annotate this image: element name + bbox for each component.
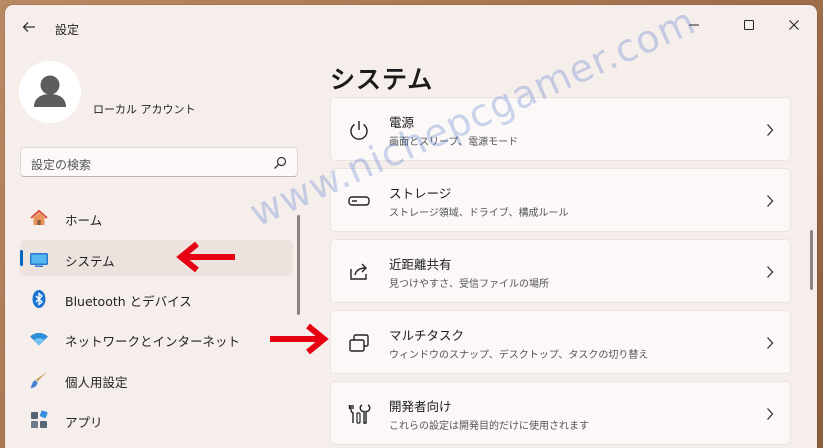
- wifi-icon: [30, 332, 48, 346]
- back-arrow-icon: [22, 22, 35, 32]
- developer-icon: [348, 404, 371, 424]
- system-icon: [30, 253, 48, 267]
- user-icon: [34, 75, 66, 107]
- sidebar-item-label: 個人用設定: [65, 375, 128, 390]
- card-title: ストレージ: [389, 186, 452, 201]
- close-icon: [789, 20, 799, 30]
- chevron-right-icon: [767, 124, 774, 136]
- sidebar-scrollbar[interactable]: [297, 215, 300, 315]
- card-subtitle: ストレージ領域、ドライブ、構成ルール: [389, 208, 569, 219]
- chevron-right-icon: [767, 195, 774, 207]
- chevron-right-icon: [767, 337, 774, 349]
- card-subtitle: 見つけやすさ、受信ファイルの場所: [389, 279, 549, 290]
- close-button[interactable]: [779, 13, 809, 37]
- app-title: 設定: [55, 23, 80, 37]
- sidebar-item-label: ホーム: [65, 213, 103, 228]
- card-subtitle: これらの設定は開発目的だけに使用されます: [389, 421, 589, 432]
- chevron-right-icon: [767, 408, 774, 420]
- active-indicator: [20, 250, 23, 266]
- sidebar-item-personalization[interactable]: 個人用設定: [20, 361, 293, 397]
- settings-window: 設定 ローカル アカウント 設定の検索 ホーム システム Bluetooth と…: [5, 5, 817, 448]
- annotation-arrow-left-icon: [176, 241, 235, 273]
- sidebar-item-bluetooth[interactable]: Bluetooth とデバイス: [20, 280, 293, 316]
- maximize-button[interactable]: [734, 13, 764, 37]
- home-icon: [30, 209, 48, 225]
- search-placeholder: 設定の検索: [31, 158, 92, 172]
- card-title: マルチタスク: [389, 328, 465, 343]
- setting-card-developers[interactable]: 開発者向け これらの設定は開発目的だけに使用されます: [330, 381, 791, 445]
- setting-card-storage[interactable]: ストレージ ストレージ領域、ドライブ、構成ルール: [330, 168, 791, 232]
- maximize-icon: [744, 20, 754, 30]
- chevron-right-icon: [767, 266, 774, 278]
- sidebar-item-label: アプリ: [65, 415, 103, 430]
- sidebar-item-system[interactable]: システム: [20, 240, 293, 276]
- apps-icon: [31, 410, 48, 428]
- settings-search-input[interactable]: 設定の検索: [20, 147, 298, 177]
- sidebar-item-label: システム: [65, 254, 115, 269]
- sidebar-item-network[interactable]: ネットワークとインターネット: [20, 320, 293, 356]
- search-icon: [274, 156, 287, 169]
- account-name: ローカル アカウント: [93, 103, 196, 116]
- sidebar-item-label: ネットワークとインターネット: [65, 334, 241, 349]
- content-scrollbar[interactable]: [810, 230, 813, 290]
- sidebar-item-apps[interactable]: アプリ: [20, 401, 293, 437]
- multitask-icon: [349, 334, 369, 352]
- card-title: 開発者向け: [389, 399, 452, 414]
- bluetooth-icon: [32, 290, 46, 308]
- share-icon: [350, 263, 367, 280]
- brush-icon: [30, 372, 47, 389]
- card-subtitle: ウィンドウのスナップ、デスクトップ、タスクの切り替え: [389, 350, 649, 361]
- setting-card-multitasking[interactable]: マルチタスク ウィンドウのスナップ、デスクトップ、タスクの切り替え: [330, 310, 791, 374]
- back-button[interactable]: [21, 19, 39, 37]
- page-title: システム: [330, 65, 434, 94]
- avatar: [19, 61, 81, 123]
- annotation-arrow-right-icon: [270, 323, 329, 355]
- setting-card-nearby-share[interactable]: 近距離共有 見つけやすさ、受信ファイルの場所: [330, 239, 791, 303]
- card-title: 近距離共有: [389, 257, 452, 272]
- sidebar-item-label: Bluetooth とデバイス: [65, 294, 192, 309]
